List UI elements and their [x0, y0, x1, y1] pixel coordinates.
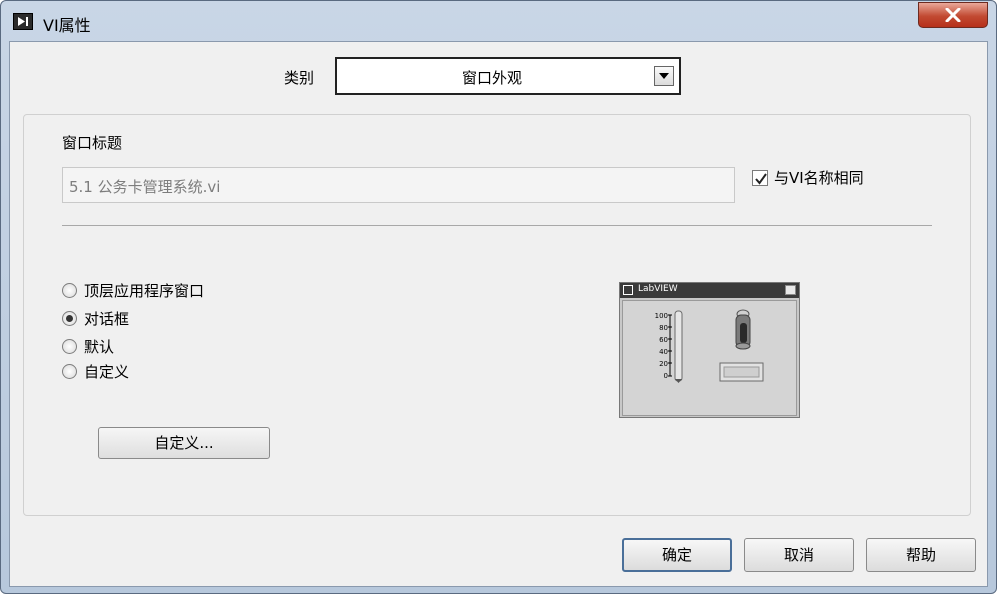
- checkmark-icon: [755, 173, 767, 185]
- scale-label-20: 20: [659, 360, 668, 368]
- preview-title: LabVIEW: [638, 284, 678, 294]
- preview-slider-scale: [668, 314, 672, 377]
- cancel-button[interactable]: 取消: [744, 538, 854, 572]
- scale-label-40: 40: [659, 348, 668, 356]
- scale-label-80: 80: [659, 324, 668, 332]
- window-appearance-panel: 窗口标题 5.1 公务卡管理系统.vi 与VI名称相同 顶层应用程序窗口 对话框: [23, 114, 971, 516]
- customize-button[interactable]: 自定义...: [98, 427, 270, 459]
- dialog-body: 类别 窗口外观 窗口标题 5.1 公务卡管理系统.vi 与VI名称相同 顶层应用…: [9, 41, 988, 587]
- radio-label: 对话框: [84, 310, 130, 328]
- radio-circle-selected[interactable]: [62, 311, 77, 326]
- preview-close-icon: [785, 285, 796, 295]
- radio-label: 默认: [84, 338, 115, 356]
- labview-vi-icon: [13, 13, 33, 30]
- category-label: 类别: [284, 69, 315, 87]
- radio-circle[interactable]: [62, 339, 77, 354]
- preview-toggle-switch: [735, 309, 751, 350]
- radio-label: 自定义: [84, 363, 130, 381]
- window-title-label: 窗口标题: [62, 134, 123, 152]
- radio-circle[interactable]: [62, 283, 77, 298]
- dropdown-arrow-button[interactable]: [654, 66, 674, 86]
- same-as-vi-name-label: 与VI名称相同: [774, 169, 864, 187]
- close-icon: [945, 8, 961, 22]
- scale-label-0: 0: [664, 372, 668, 380]
- radio-dot: [66, 315, 73, 322]
- window-preview: LabVIEW 100 80 60 40 20 0: [619, 282, 800, 418]
- chevron-down-icon: [659, 73, 669, 79]
- checkbox-box[interactable]: [752, 170, 768, 186]
- preview-front-panel: 100 80 60 40 20 0: [622, 300, 797, 416]
- section-divider: [62, 225, 932, 226]
- ok-button[interactable]: 确定: [622, 538, 732, 572]
- radio-label: 顶层应用程序窗口: [84, 282, 205, 300]
- radio-circle[interactable]: [62, 364, 77, 379]
- window-title: VI属性: [43, 16, 91, 35]
- preview-app-icon: [623, 285, 633, 295]
- vi-properties-window: VI属性 类别 窗口外观 窗口标题 5.1 公务卡管理系统.vi 与VI名称相同…: [0, 0, 997, 594]
- scale-label-100: 100: [655, 312, 668, 320]
- preview-title-bar: LabVIEW: [620, 283, 799, 298]
- window-title-field[interactable]: 5.1 公务卡管理系统.vi: [62, 167, 735, 203]
- help-button[interactable]: 帮助: [866, 538, 976, 572]
- category-selected-value: 窗口外观: [461, 69, 522, 87]
- title-bar[interactable]: VI属性: [1, 1, 996, 41]
- scale-label-60: 60: [659, 336, 668, 344]
- close-button[interactable]: [918, 2, 988, 28]
- preview-slider-track: [674, 310, 683, 382]
- category-dropdown[interactable]: 窗口外观: [335, 57, 681, 95]
